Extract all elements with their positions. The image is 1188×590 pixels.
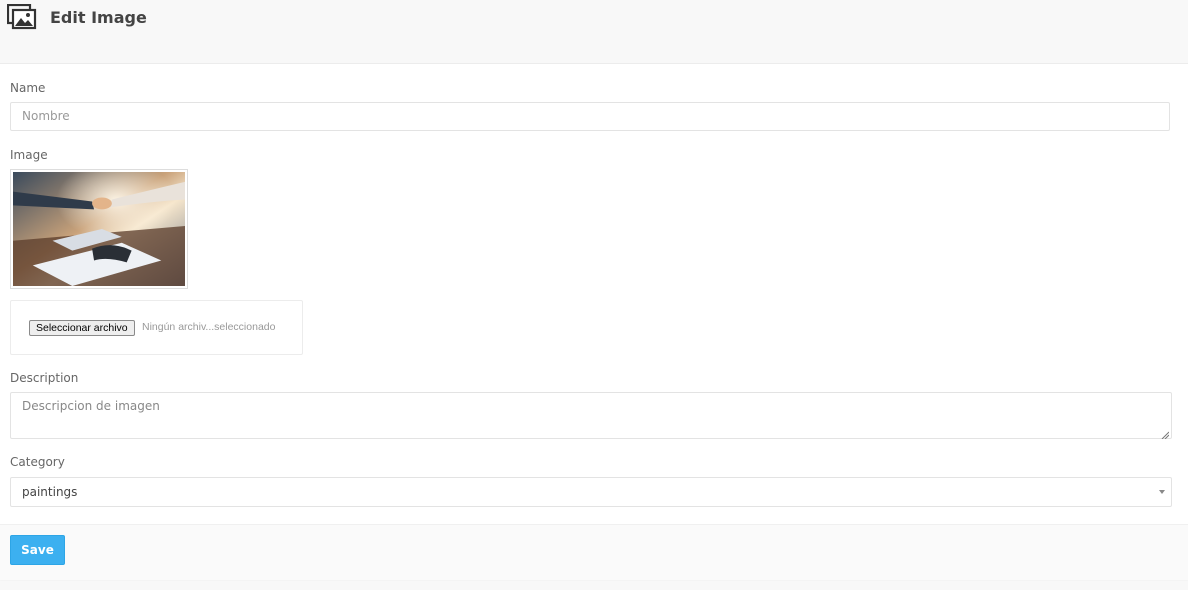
save-button[interactable]: Save bbox=[10, 535, 65, 565]
resize-handle-icon[interactable] bbox=[1161, 428, 1170, 440]
chevron-down-icon bbox=[1159, 490, 1165, 494]
name-label: Name bbox=[10, 81, 46, 95]
choose-file-button[interactable]: Seleccionar archivo bbox=[29, 320, 135, 336]
form-footer: Save bbox=[0, 524, 1188, 580]
category-selected-value: paintings bbox=[22, 485, 78, 499]
category-label: Category bbox=[10, 455, 65, 469]
category-select[interactable]: paintings bbox=[10, 477, 1172, 507]
page-header: Edit Image bbox=[0, 0, 1188, 62]
image-gallery-icon bbox=[6, 3, 37, 30]
name-input[interactable]: Nombre bbox=[10, 102, 1170, 131]
image-label: Image bbox=[10, 148, 48, 162]
page-title: Edit Image bbox=[50, 8, 147, 27]
file-upload-box: Seleccionar archivo Ningún archiv...sele… bbox=[10, 300, 303, 355]
image-preview bbox=[10, 169, 188, 289]
edit-image-form: Name Nombre Image Seleccionar archivo Ni… bbox=[0, 63, 1188, 580]
description-placeholder: Descripcion de imagen bbox=[22, 399, 160, 413]
description-label: Description bbox=[10, 371, 79, 385]
file-status-text: Ningún archiv...seleccionado bbox=[142, 321, 276, 333]
description-textarea[interactable]: Descripcion de imagen bbox=[10, 392, 1172, 440]
